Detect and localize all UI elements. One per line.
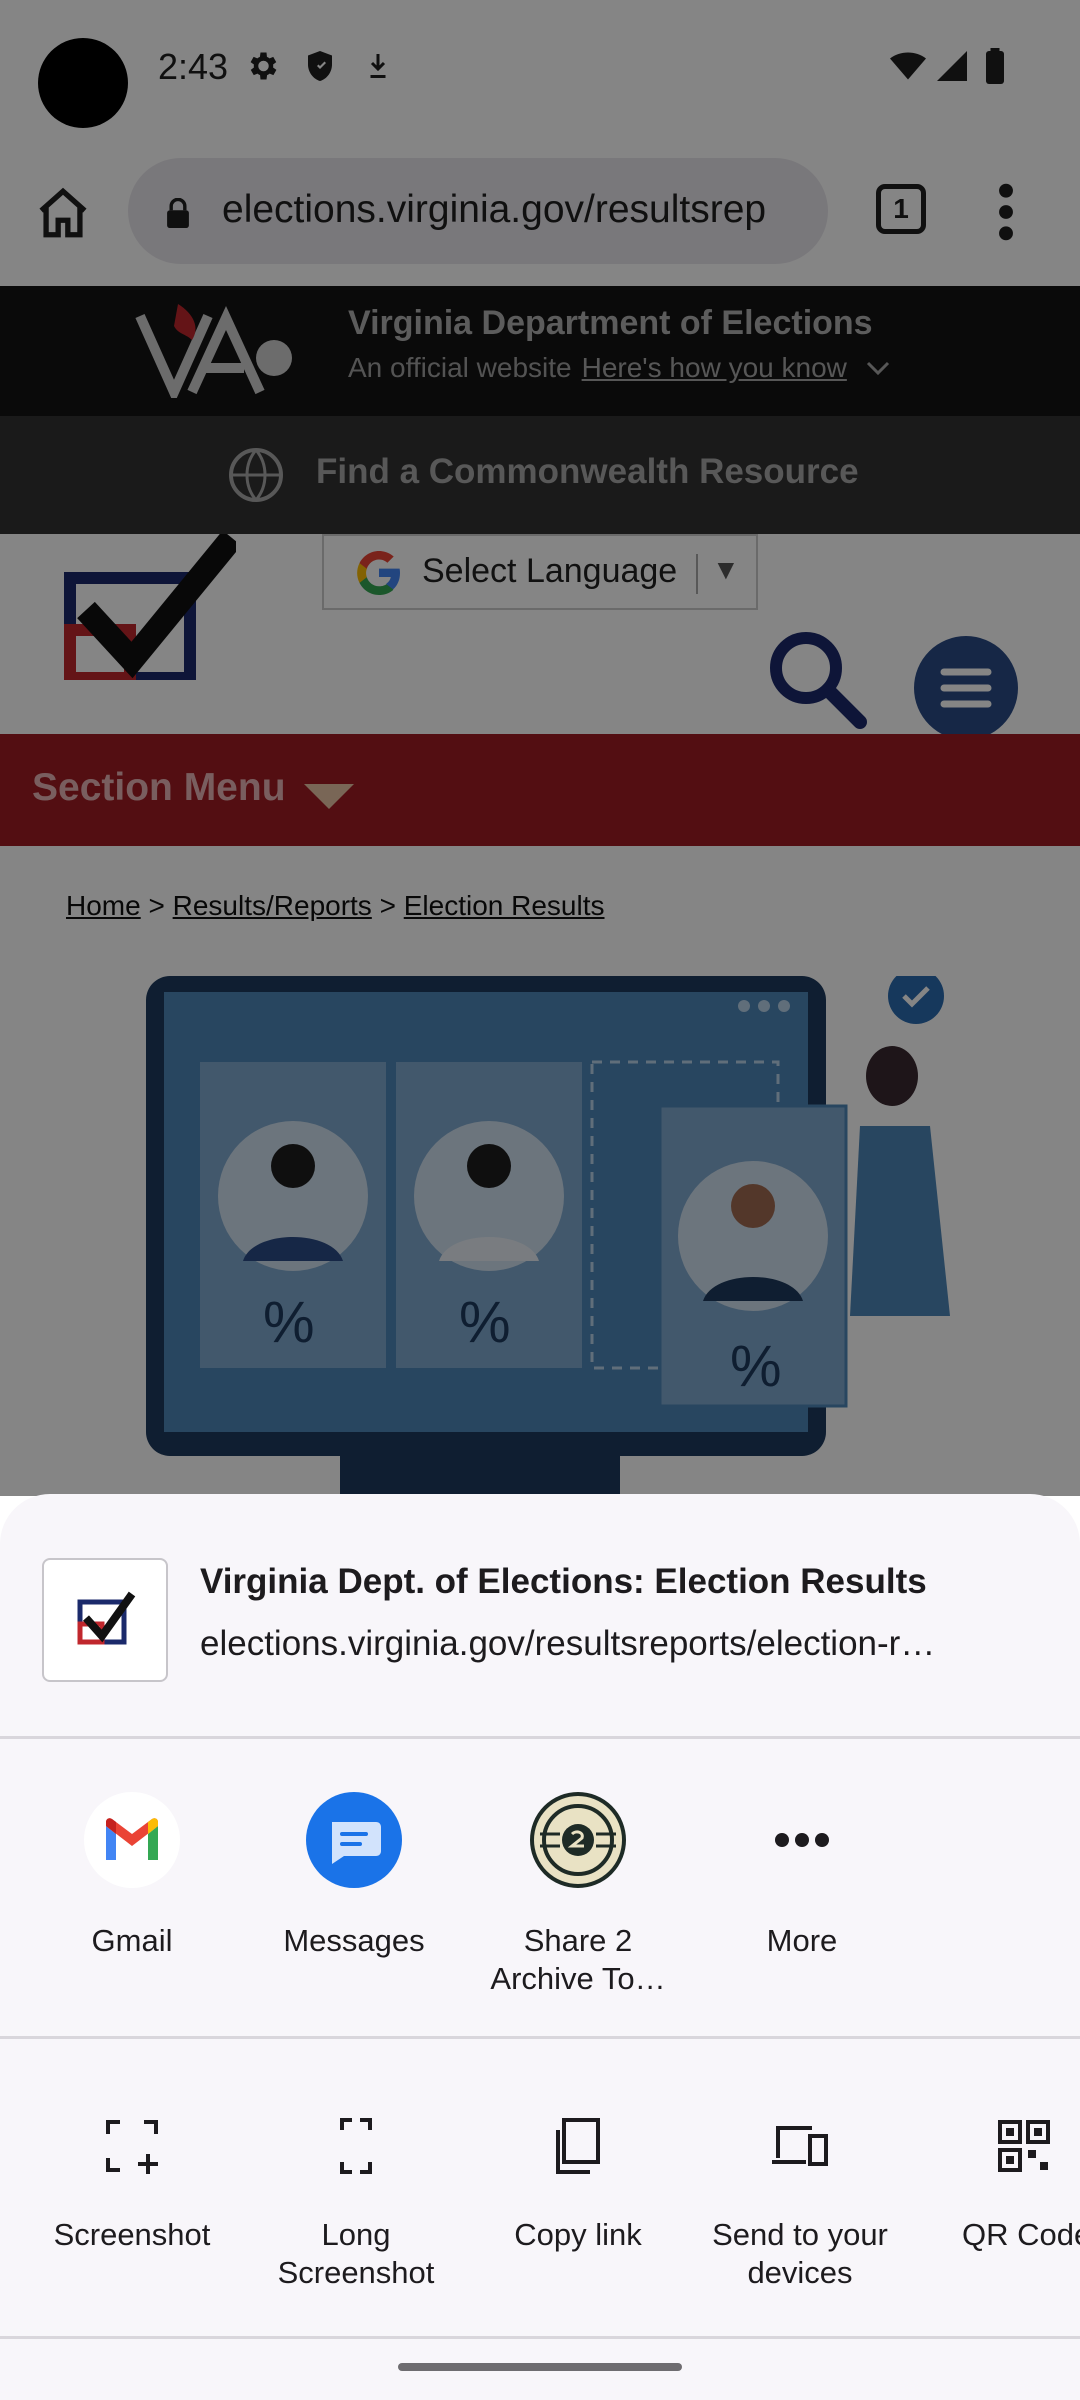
language-select-label: Select Language <box>422 552 678 590</box>
site-logo-icon <box>77 1591 136 1645</box>
google-icon <box>357 551 400 595</box>
wifi-icon <box>890 52 926 80</box>
divider <box>0 2036 1080 2039</box>
tab-switcher-button[interactable]: 1 <box>876 184 926 234</box>
how-you-know-link[interactable]: Here's how you know <box>582 352 847 383</box>
action-label: Send to your devices <box>712 2217 888 2290</box>
share-target-share2archive[interactable]: Share 2 Archive To… <box>488 1792 668 1996</box>
caret-down-icon <box>304 784 354 809</box>
gear-icon <box>250 52 277 80</box>
share-preview-url: elections.virginia.gov/resultsreports/el… <box>200 1624 936 1663</box>
candidate-3-percent: % <box>730 1334 782 1399</box>
share-target-messages[interactable]: Messages <box>264 1792 444 1992</box>
breadcrumb-election-results[interactable]: Election Results <box>404 890 605 921</box>
search-icon[interactable] <box>764 626 868 730</box>
action-label: Copy link <box>514 2217 642 2252</box>
menu-icon <box>940 668 992 708</box>
action-screenshot[interactable]: Screenshot <box>20 2114 244 2294</box>
language-select-arrow: ▼ <box>712 554 740 585</box>
share-preview-title: Virginia Dept. of Elections: Election Re… <box>200 1562 927 1601</box>
messages-icon <box>306 1792 402 1888</box>
resource-bar[interactable]: Find a Commonwealth Resource <box>0 416 1080 534</box>
language-select-separator <box>696 554 698 594</box>
gov-banner: Virginia Department of Elections An offi… <box>0 286 1080 416</box>
breadcrumb: Home > Results/Reports > Election Result… <box>66 890 605 922</box>
action-label: Long Screenshot <box>277 2217 435 2290</box>
candidate-2-percent: % <box>459 1290 511 1355</box>
url-text[interactable]: elections.virginia.gov/resultsrep <box>222 188 812 232</box>
gov-subtitle-text: An official website <box>348 352 572 383</box>
divider <box>0 1736 1080 1739</box>
action-qr-code[interactable]: QR Code <box>912 2114 1080 2294</box>
share-target-label: Share 2 Archive To… <box>490 1923 666 1996</box>
globe-icon <box>229 448 283 502</box>
url-field[interactable]: elections.virginia.gov/resultsrep <box>128 158 828 264</box>
section-menu-label: Section Menu <box>32 766 286 809</box>
battery-icon <box>986 48 1004 84</box>
gov-title: Virginia Department of Elections <box>348 304 873 342</box>
action-label: Screenshot <box>53 2217 211 2252</box>
page-favicon-thumbnail <box>42 1558 168 1682</box>
shield-icon <box>308 51 332 81</box>
more-icon <box>754 1792 850 1888</box>
download-icon <box>370 54 386 78</box>
language-select[interactable]: Select Language ▼ <box>322 534 758 610</box>
action-copy-link[interactable]: Copy link <box>466 2114 690 2294</box>
screenshot-icon <box>106 2120 158 2174</box>
lock-icon <box>167 198 189 228</box>
home-icon[interactable] <box>34 184 92 242</box>
devices-icon <box>772 2126 828 2166</box>
copy-icon <box>556 2118 600 2174</box>
section-menu[interactable]: Section Menu <box>0 734 1080 846</box>
share2archive-icon <box>530 1792 626 1888</box>
share-sheet: Virginia Dept. of Elections: Election Re… <box>0 1494 1080 2400</box>
front-camera <box>38 38 128 128</box>
long-screenshot-icon <box>340 2118 372 2174</box>
share-target-label: Messages <box>283 1923 425 1958</box>
status-bar: 2:43 <box>0 0 1080 140</box>
qr-code-icon <box>998 2120 1050 2172</box>
site-logo[interactable] <box>56 534 236 680</box>
action-long-screenshot[interactable]: Long Screenshot <box>244 2114 468 2294</box>
share-target-label: Gmail <box>91 1923 173 1958</box>
gesture-navigation-bar[interactable] <box>398 2363 682 2371</box>
camera-cutout <box>510 36 572 98</box>
action-send-to-devices[interactable]: Send to your devices <box>688 2114 912 2294</box>
overflow-menu-icon[interactable] <box>986 180 1026 244</box>
site-header: Select Language ▼ <box>0 534 1080 740</box>
breadcrumb-separator: > <box>379 890 396 921</box>
chevron-down-icon[interactable] <box>865 359 891 377</box>
gmail-icon <box>84 1792 180 1888</box>
candidate-1-percent: % <box>263 1290 315 1355</box>
breadcrumb-results-reports[interactable]: Results/Reports <box>173 890 372 921</box>
action-label: QR Code <box>962 2217 1080 2252</box>
divider <box>0 2336 1080 2339</box>
election-results-illustration: % % % <box>146 976 950 1496</box>
browser-toolbar: elections.virginia.gov/resultsrep 1 <box>0 140 1080 286</box>
share-target-label: More <box>766 1923 838 1958</box>
resource-link[interactable]: Find a Commonwealth Resource <box>316 452 859 492</box>
va-logo <box>135 304 292 398</box>
share-target-gmail[interactable]: Gmail <box>42 1792 222 1992</box>
status-time: 2:43 <box>158 46 229 87</box>
hamburger-menu-button[interactable] <box>914 636 1018 740</box>
web-page: Virginia Department of Elections An offi… <box>0 286 1080 1496</box>
share-target-more[interactable]: More <box>712 1792 892 1992</box>
signal-icon <box>937 51 967 81</box>
gov-subtitle: An official website Here's how you know <box>348 352 891 384</box>
breadcrumb-home[interactable]: Home <box>66 890 141 921</box>
breadcrumb-separator: > <box>148 890 165 921</box>
